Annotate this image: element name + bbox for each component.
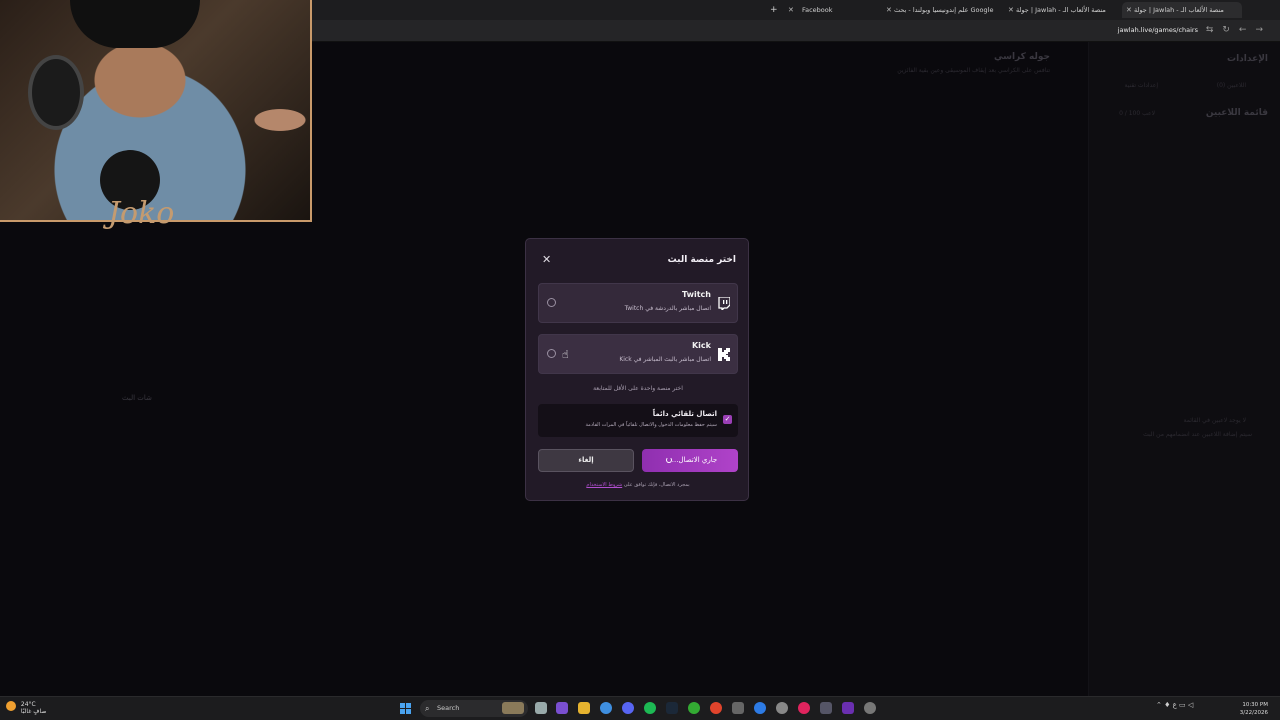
weather-sun-icon bbox=[6, 701, 16, 711]
tab-players[interactable]: اللاعبين (0) bbox=[1217, 82, 1246, 89]
tab-jawlah[interactable]: ✕ جولة | Jawlah - منصة الألعاب الـ bbox=[1008, 2, 1120, 18]
discord-icon[interactable] bbox=[622, 702, 634, 714]
auto-connect-desc: سيتم حفظ معلومات الدخول والاتصال تلقائيا… bbox=[585, 422, 717, 428]
windows-start-icon[interactable] bbox=[400, 703, 411, 714]
tab-jawlah-active[interactable]: ✕ جولة | Jawlah - منصة الألعاب الـ bbox=[1122, 2, 1242, 18]
media-icon[interactable] bbox=[798, 702, 810, 714]
twitch-radio[interactable] bbox=[547, 298, 556, 307]
close-icon[interactable]: ✕ bbox=[788, 6, 794, 14]
option-desc: اتصال مباشر بالبث المباشر في Kick bbox=[619, 356, 711, 363]
spotify-icon[interactable] bbox=[644, 702, 656, 714]
steam-icon[interactable] bbox=[666, 702, 678, 714]
app-icon[interactable] bbox=[556, 702, 568, 714]
terms-link[interactable]: شروط الاستخدام bbox=[586, 482, 622, 488]
chrome-icon[interactable] bbox=[600, 702, 612, 714]
task-view-icon[interactable] bbox=[535, 702, 547, 714]
edge-icon[interactable] bbox=[754, 702, 766, 714]
headphones-shape bbox=[28, 55, 84, 130]
url-text[interactable]: jawlah.live/games/chairs bbox=[1118, 26, 1198, 34]
system-tray[interactable]: ⌃ ♦ ع ▭ ◁ bbox=[1156, 701, 1193, 709]
option-twitch[interactable]: Twitch اتصال مباشر بالدردشة في Twitch bbox=[538, 283, 738, 323]
game-title: جوله كراسي bbox=[994, 52, 1050, 62]
settings-panel: الإعدادات اللاعبين (0) إعدادات تقنية قائ… bbox=[1088, 42, 1280, 696]
app-icon[interactable] bbox=[732, 702, 744, 714]
app-icon[interactable] bbox=[820, 702, 832, 714]
app-icon[interactable] bbox=[842, 702, 854, 714]
connect-button[interactable]: جاري الاتصال... bbox=[642, 449, 738, 472]
platform-select-dialog: اختر منصة البث ✕ Twitch اتصال مباشر بالد… bbox=[525, 238, 749, 501]
auto-connect-checkbox[interactable]: ✓ bbox=[723, 415, 732, 424]
kick-radio[interactable] bbox=[547, 349, 556, 358]
search-icon: ⌕ bbox=[425, 704, 430, 713]
hand-cursor-icon: ☝ bbox=[562, 348, 569, 361]
file-explorer-icon[interactable] bbox=[578, 702, 590, 714]
xbox-icon[interactable] bbox=[688, 702, 700, 714]
tab-facebook[interactable]: ✕ Facebook bbox=[788, 2, 884, 18]
empty-desc: سيتم إضافة اللاعبين عند انضمامهم من البث bbox=[1143, 431, 1252, 438]
close-icon[interactable]: ✕ bbox=[1126, 6, 1132, 14]
nav-buttons[interactable]: ⇆↻←→ bbox=[1206, 25, 1272, 35]
windows-taskbar: 24°C صافٍ غالبًا ⌕ Search ⌃ ♦ ع ▭ ◁ 10:3… bbox=[0, 696, 1280, 720]
cancel-button[interactable]: إلغاء bbox=[538, 449, 634, 472]
option-desc: اتصال مباشر بالدردشة في Twitch bbox=[624, 305, 711, 312]
tab-google-search[interactable]: ✕ علم إندونيسيا وبولندا - بحث Google bbox=[886, 2, 1004, 18]
settings-label: الإعدادات bbox=[1227, 54, 1268, 64]
auto-connect-row[interactable]: ✓ اتصال تلقائي دائماً سيتم حفظ معلومات ا… bbox=[538, 404, 738, 437]
dialog-title: اختر منصة البث bbox=[667, 255, 736, 265]
players-count: 0 / 100 لاعب bbox=[1119, 110, 1155, 117]
terms-notice: بمجرد الاتصال، فإنك توافق على شروط الاست… bbox=[586, 482, 690, 488]
empty-title: لا يوجد لاعبين في القائمة bbox=[1183, 417, 1246, 424]
clock[interactable]: 10:30 PM 3/22/2026 bbox=[1240, 701, 1268, 717]
selection-hint: اختر منصة واحدة على الأقل للمتابعة bbox=[593, 385, 683, 392]
game-subtitle: تنافس على الكراسي بعد إيقاف الموسيقى وعي… bbox=[897, 67, 1050, 74]
auto-connect-title: اتصال تلقائي دائماً bbox=[652, 410, 717, 418]
players-list-title: قائمة اللاعبين bbox=[1205, 108, 1268, 118]
streamer-signature-logo: Joko bbox=[108, 196, 175, 231]
obs-icon[interactable] bbox=[776, 702, 788, 714]
new-tab-icon[interactable]: + bbox=[770, 2, 778, 18]
settings-icon[interactable] bbox=[864, 702, 876, 714]
search-highlight-icon bbox=[502, 702, 524, 714]
kick-icon bbox=[718, 348, 730, 361]
twitch-icon bbox=[718, 297, 730, 310]
weather-widget[interactable]: 24°C صافٍ غالبًا bbox=[6, 701, 46, 715]
firefox-icon[interactable] bbox=[710, 702, 722, 714]
option-name: Kick bbox=[691, 341, 711, 350]
close-icon[interactable]: ✕ bbox=[886, 6, 892, 14]
webcam-overlay bbox=[0, 0, 312, 222]
tab-tech-settings[interactable]: إعدادات تقنية bbox=[1124, 82, 1158, 89]
close-icon[interactable]: ✕ bbox=[542, 253, 551, 266]
stream-chat-label: شات البث bbox=[122, 394, 152, 402]
close-icon[interactable]: ✕ bbox=[1008, 6, 1014, 14]
cap-shape bbox=[70, 0, 200, 48]
option-name: Twitch bbox=[682, 290, 711, 299]
